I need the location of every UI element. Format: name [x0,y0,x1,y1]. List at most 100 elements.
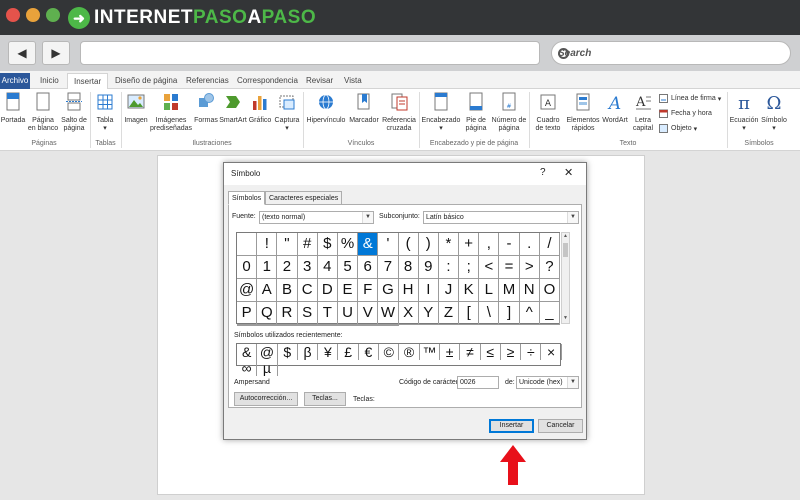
symbol-cell[interactable]: 5 [337,255,359,279]
symbol-grid[interactable]: ! " # $% & '() * +, -./ 0 1 2 3 4 5 6 7 8 9:; < = >? @ A B C D E F G H… [236,232,560,326]
tab-referencias[interactable]: Referencias [186,73,229,89]
symbol-cell[interactable]: $ [317,233,338,256]
salto-pagina-button[interactable]: Salto de página [60,92,88,133]
close-dialog-button[interactable]: ✕ [564,166,573,179]
symbol-grid-scrollbar[interactable]: ▲ ▼ [561,232,570,324]
symbol-cell[interactable]: - [499,233,520,256]
recent-symbol-cell[interactable]: $ [278,344,298,360]
symbol-cell[interactable]: Y [418,301,439,325]
symbol-cell[interactable]: a [257,324,278,326]
tab-vista[interactable]: Vista [344,73,362,89]
minimize-window-dot[interactable] [26,8,40,22]
symbol-cell[interactable]: U [337,301,359,325]
symbol-cell[interactable]: , [479,233,500,256]
hipervinculo-button[interactable]: Hipervínculo [305,92,347,125]
symbol-cell[interactable]: F [358,278,379,302]
symbol-cell[interactable]: * [438,233,460,256]
elementos-rapidos-button[interactable]: Elementos rápidos [566,92,600,133]
recent-symbol-cell[interactable]: ± [440,344,461,360]
tab-diseno-pagina[interactable]: Diseño de página [115,73,177,89]
symbol-cell[interactable]: J [438,278,460,302]
symbol-cell[interactable]: : [438,255,460,279]
captura-button[interactable]: Captura ▾ [273,92,301,133]
recent-symbol-cell[interactable]: & [237,344,258,360]
symbol-cell[interactable]: Z [438,301,460,325]
recent-symbol-cell[interactable]: ∞ [237,360,258,376]
letra-capital-button[interactable]: A Letra capital [630,92,656,133]
recent-symbol-cell[interactable]: ¥ [318,344,339,360]
fecha-hora-button[interactable]: Fecha y hora [659,109,712,118]
symbol-cell[interactable]: R [277,301,298,325]
symbol-cell[interactable]: . [519,233,540,256]
symbol-cell[interactable]: W [378,301,399,325]
symbol-cell[interactable]: C [297,278,318,302]
symbol-cell[interactable]: V [358,301,379,325]
pagina-en-blanco-button[interactable]: Página en blanco [27,92,59,133]
symbol-cell[interactable]: b [277,324,298,326]
teclas-button[interactable]: Teclas... [304,392,346,406]
recent-symbol-cell[interactable]: ™ [420,344,440,360]
close-window-dot[interactable] [6,8,20,22]
recent-symbol-cell[interactable]: © [379,344,400,360]
symbol-cell[interactable]: B [277,278,298,302]
from-select[interactable]: Unicode (hex) ▼ [516,376,579,389]
tab-simbolos[interactable]: Símbolos [228,191,266,205]
tab-insertar[interactable]: Insertar [67,73,109,89]
font-select[interactable]: (texto normal) ▼ [259,211,374,224]
recent-symbol-cell[interactable]: £ [338,344,359,360]
symbol-cell[interactable]: [ [459,301,480,325]
tab-revisar[interactable]: Revisar [306,73,333,89]
symbol-cell[interactable]: ? [539,255,560,279]
recent-symbol-cell[interactable]: € [359,344,380,360]
recent-symbol-cell[interactable]: ® [399,344,420,360]
symbol-cell[interactable]: T [317,301,338,325]
symbol-cell[interactable]: = [499,255,520,279]
symbol-cell[interactable]: > [519,255,540,279]
symbol-cell[interactable]: / [539,233,560,256]
symbol-cell[interactable]: 6 [358,255,379,279]
wordart-button[interactable]: A WordArt [601,92,629,125]
symbol-cell[interactable]: e [337,324,359,326]
symbol-cell[interactable]: c [297,324,318,326]
symbol-cell[interactable]: @ [237,278,258,302]
char-code-input[interactable]: 0026 [457,376,499,389]
objeto-button[interactable]: Objeto ▾ [659,124,697,133]
recent-symbol-cell[interactable]: µ [257,360,278,376]
symbol-cell[interactable]: ! [257,233,278,256]
address-bar[interactable] [80,41,540,65]
encabezado-button[interactable]: Encabezado ▾ [421,92,461,133]
portada-button[interactable]: Portada [0,92,26,125]
recent-symbol-cell[interactable]: × [541,344,562,360]
symbol-cell[interactable] [237,233,258,256]
symbol-cell[interactable]: P [237,301,258,325]
insert-button[interactable]: Insertar [489,419,534,433]
symbol-cell[interactable]: d [317,324,338,326]
symbol-cell[interactable]: ] [499,301,520,325]
symbol-cell[interactable]: X [398,301,419,325]
symbol-cell[interactable]: H [398,278,419,302]
imagen-button[interactable]: Imagen [123,92,149,125]
symbol-cell[interactable]: N [519,278,540,302]
imagenes-prediseñadas-button[interactable]: Imágenes prediseñadas [150,92,192,133]
cancel-button[interactable]: Cancelar [538,419,583,433]
referencia-cruzada-button[interactable]: Referencia cruzada [381,92,417,133]
symbol-cell[interactable]: E [337,278,359,302]
autocorreccion-button[interactable]: Autocorrección... [234,392,298,406]
ecuacion-button[interactable]: π Ecuación ▾ [729,92,759,133]
symbol-cell[interactable]: ( [398,233,419,256]
symbol-cell[interactable]: 3 [297,255,318,279]
symbol-cell[interactable]: 8 [398,255,419,279]
scroll-up-icon[interactable]: ▲ [562,233,569,241]
symbol-cell[interactable]: G [378,278,399,302]
symbol-cell[interactable]: Q [257,301,278,325]
symbol-cell[interactable]: ^ [519,301,540,325]
symbol-cell[interactable]: " [277,233,298,256]
marcador-button[interactable]: Marcador [348,92,380,125]
search-box[interactable]: Search [551,41,791,65]
forward-button[interactable]: ▶ [42,41,70,65]
symbol-cell[interactable]: + [459,233,480,256]
recent-symbol-cell[interactable]: ≤ [481,344,501,360]
symbol-cell[interactable]: L [479,278,500,302]
symbol-cell[interactable]: < [479,255,500,279]
recent-symbol-cell[interactable]: β [298,344,319,360]
